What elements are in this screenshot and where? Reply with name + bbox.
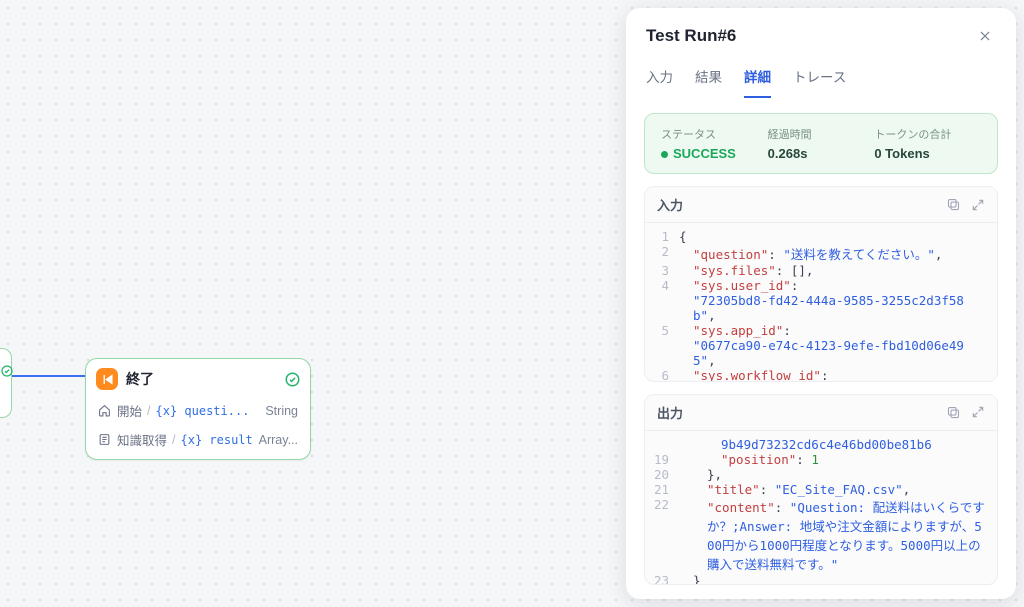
input-card-title: 入力 — [657, 195, 936, 214]
output-type: String — [265, 404, 298, 418]
test-run-panel: Test Run#6 入力結果詳細トレース ステータス SUCCESS 経過時間… — [626, 8, 1016, 599]
end-node-icon — [96, 368, 118, 390]
output-source: 開始 — [117, 401, 142, 420]
close-button[interactable] — [974, 27, 996, 45]
copy-button[interactable] — [946, 405, 961, 420]
elapsed-label: 経過時間 — [768, 126, 875, 142]
output-source: 知識取得 — [117, 430, 167, 449]
check-icon — [285, 372, 300, 387]
copy-button[interactable] — [946, 197, 961, 212]
output-variable: result — [181, 433, 253, 447]
tokens-value: 0 Tokens — [874, 146, 981, 161]
tab-trace[interactable]: トレース — [793, 60, 846, 98]
output-json-card: 出力 9b49d73232cd6c4e46bd00be81b619"positi… — [644, 394, 998, 585]
tab-detail[interactable]: 詳細 — [744, 60, 771, 98]
status-card: ステータス SUCCESS 経過時間 0.268s トークンの合計 0 Toke… — [644, 113, 998, 174]
doc-icon — [98, 433, 112, 446]
input-json-viewer[interactable]: 1{2"question": "送料を教えてください。",3"sys.files… — [645, 223, 997, 382]
tab-input[interactable]: 入力 — [646, 60, 673, 98]
end-node[interactable]: 終了 開始/questi...String知識取得/resultArray... — [85, 358, 311, 460]
node-connector — [12, 375, 85, 377]
output-json-viewer[interactable]: 9b49d73232cd6c4e46bd00be81b619"position"… — [645, 431, 997, 585]
input-json-card: 入力 1{2"question": "送料を教えてください。",3"sys.fi… — [644, 186, 998, 382]
status-label: ステータス — [661, 126, 768, 142]
status-dot-icon — [661, 151, 668, 158]
expand-button[interactable] — [971, 198, 985, 212]
output-type: Array... — [259, 433, 298, 447]
tokens-label: トークンの合計 — [874, 126, 981, 142]
tab-result[interactable]: 結果 — [695, 60, 722, 98]
output-card-title: 出力 — [657, 403, 936, 422]
status-value: SUCCESS — [661, 146, 768, 161]
output-variable: questi... — [156, 404, 250, 418]
home-icon — [98, 404, 112, 417]
elapsed-value: 0.268s — [768, 146, 875, 161]
panel-title: Test Run#6 — [646, 26, 974, 46]
previous-node-stub[interactable] — [0, 348, 12, 418]
node-output-row: 開始/questi...String — [86, 396, 310, 425]
node-output-row: 知識取得/resultArray... — [86, 425, 310, 459]
end-node-title: 終了 — [126, 369, 277, 389]
expand-button[interactable] — [971, 405, 985, 419]
panel-tabs: 入力結果詳細トレース — [646, 60, 996, 99]
